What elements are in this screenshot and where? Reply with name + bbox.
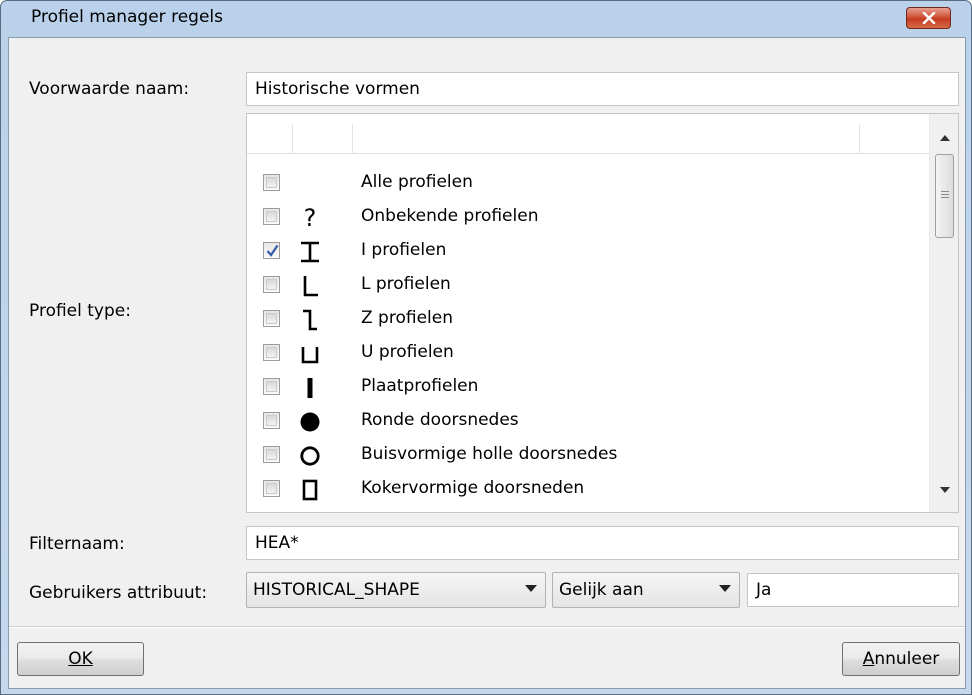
- checkbox[interactable]: [263, 378, 280, 395]
- list-item[interactable]: L profielen: [247, 272, 929, 306]
- list-item-label: U profielen: [361, 342, 454, 362]
- operator-value: Gelijk aan: [559, 580, 644, 600]
- list-item[interactable]: Kokervormige doorsneden: [247, 476, 929, 510]
- condition-name-input[interactable]: Historische vormen: [246, 72, 959, 106]
- list-item[interactable]: Buisvormige holle doorsnedes: [247, 442, 929, 476]
- l-angle-icon: [297, 272, 323, 300]
- list-item[interactable]: ? Onbekende profielen: [247, 204, 929, 238]
- dialog-body: Voorwaarde naam: Historische vormen Prof…: [8, 37, 966, 689]
- chevron-down-icon: [719, 585, 731, 592]
- profile-type-label: Profiel type:: [29, 301, 131, 321]
- checkbox[interactable]: [263, 446, 280, 463]
- list-header: [247, 124, 929, 154]
- checkbox[interactable]: [263, 310, 280, 327]
- list-item-label: Onbekende profielen: [361, 206, 539, 226]
- plate-icon: [297, 374, 323, 402]
- close-icon: [922, 12, 935, 24]
- vertical-scrollbar[interactable]: [929, 114, 958, 512]
- filter-name-value: HEA*: [255, 533, 299, 553]
- cancel-button[interactable]: Annuleer: [842, 642, 960, 676]
- checkbox[interactable]: [263, 242, 280, 259]
- list-item-label: Buisvormige holle doorsnedes: [361, 444, 618, 464]
- checkbox[interactable]: [263, 174, 280, 191]
- list-item[interactable]: Alle profielen: [247, 170, 929, 204]
- list-item-label: Plaatprofielen: [361, 376, 479, 396]
- solid-circle-icon: [297, 408, 323, 436]
- close-button[interactable]: [906, 7, 951, 29]
- list-item[interactable]: I profielen: [247, 238, 929, 272]
- list-item-label: L profielen: [361, 274, 451, 294]
- scroll-up-button[interactable]: [930, 126, 958, 150]
- attribute-value-input[interactable]: Ja: [747, 573, 959, 607]
- operator-dropdown[interactable]: Gelijk aan: [552, 572, 740, 608]
- cancel-button-label: Annuleer: [862, 649, 940, 669]
- list-item-label: Kokervormige doorsneden: [361, 478, 585, 498]
- scroll-thumb[interactable]: [935, 154, 954, 238]
- title-bar[interactable]: Profiel manager regels: [1, 1, 971, 37]
- ok-button-label: OK: [68, 649, 93, 669]
- user-attribute-dropdown[interactable]: HISTORICAL_SHAPE: [246, 572, 546, 608]
- z-profile-icon: [297, 306, 323, 334]
- user-attribute-value: HISTORICAL_SHAPE: [253, 580, 420, 600]
- arrow-down-icon: [939, 487, 950, 493]
- checkbox[interactable]: [263, 276, 280, 293]
- chevron-down-icon: [525, 585, 537, 592]
- checkbox[interactable]: [263, 208, 280, 225]
- user-attribute-label: Gebruikers attribuut:: [29, 583, 208, 603]
- checkmark-icon: [266, 244, 279, 257]
- list-item[interactable]: U profielen: [247, 340, 929, 374]
- condition-name-value: Historische vormen: [255, 79, 420, 99]
- scroll-down-button[interactable]: [930, 478, 958, 502]
- window-title: Profiel manager regels: [31, 7, 223, 27]
- checkbox[interactable]: [263, 412, 280, 429]
- i-beam-icon: [297, 238, 323, 266]
- dialog-window: Profiel manager regels Voorwaarde naam: …: [0, 0, 972, 695]
- list-item[interactable]: Plaatprofielen: [247, 374, 929, 408]
- hollow-circle-icon: [297, 442, 323, 470]
- attribute-value: Ja: [756, 580, 772, 600]
- arrow-up-icon: [939, 135, 950, 141]
- separator: [9, 626, 965, 628]
- filter-name-input[interactable]: HEA*: [246, 526, 959, 560]
- svg-text:?: ?: [304, 205, 317, 231]
- list-item-label: Alle profielen: [361, 172, 473, 192]
- list-item[interactable]: Ronde doorsnedes: [247, 408, 929, 442]
- list-item-label: Ronde doorsnedes: [361, 410, 519, 430]
- list-item[interactable]: Z profielen: [247, 306, 929, 340]
- checkbox[interactable]: [263, 344, 280, 361]
- hollow-rectangle-icon: [297, 476, 323, 504]
- list-item-label: Z profielen: [361, 308, 453, 328]
- profile-type-list[interactable]: Alle profielen? Onbekende profielen I prof…: [246, 113, 959, 513]
- ok-button[interactable]: OK: [17, 642, 144, 676]
- list-item-label: I profielen: [361, 240, 447, 260]
- condition-name-label: Voorwaarde naam:: [29, 79, 190, 99]
- empty-icon-cell: [297, 170, 323, 198]
- filter-name-label: Filternaam:: [29, 534, 125, 554]
- u-channel-icon: [297, 340, 323, 368]
- checkbox[interactable]: [263, 480, 280, 497]
- question-mark-icon: ?: [297, 204, 323, 232]
